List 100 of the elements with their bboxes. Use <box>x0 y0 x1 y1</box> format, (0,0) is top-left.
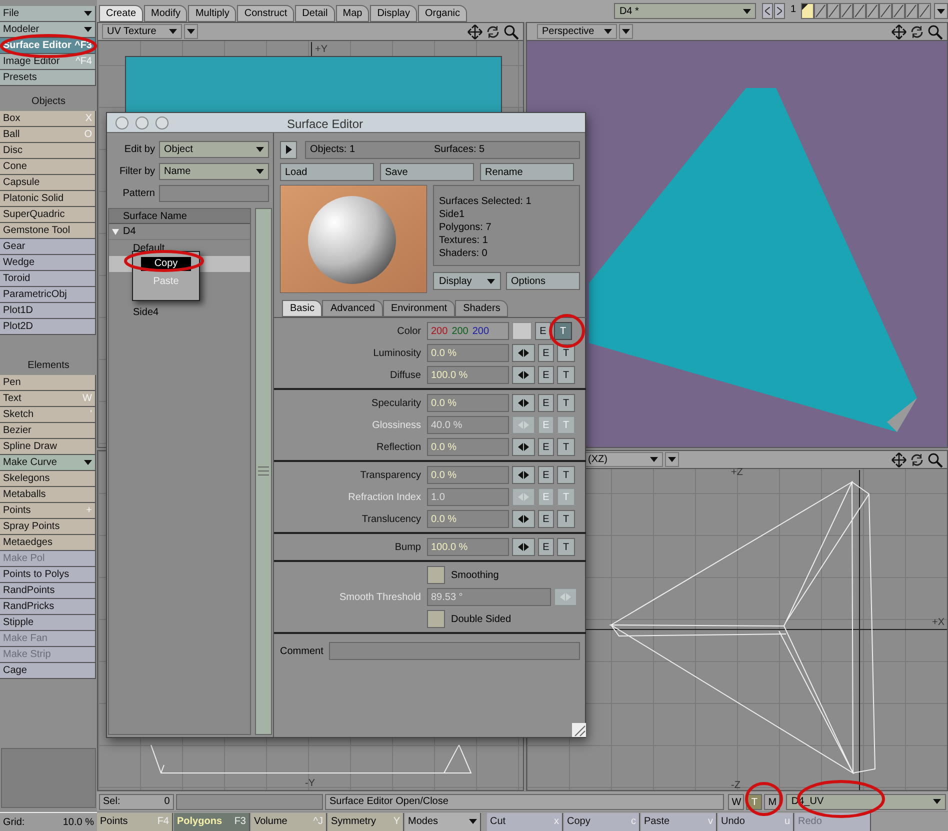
tool-button[interactable]: Metaballs <box>0 487 96 503</box>
tab[interactable]: Map <box>336 5 370 22</box>
action-button[interactable]: Paste v <box>641 812 717 830</box>
spinner-button[interactable] <box>512 466 535 484</box>
move-icon[interactable] <box>891 452 907 468</box>
window-control-icon[interactable] <box>135 116 149 130</box>
options-dropdown[interactable] <box>184 24 198 39</box>
spinner-button[interactable] <box>512 366 535 384</box>
display-dropdown[interactable]: Display <box>433 272 501 290</box>
tool-button[interactable]: Pen <box>0 375 96 391</box>
texture-button[interactable]: T <box>557 538 575 556</box>
checkbox[interactable] <box>427 610 445 628</box>
action-button[interactable]: Copy c <box>564 812 640 830</box>
resize-grip-icon[interactable] <box>572 723 586 737</box>
menu-button[interactable]: Modes <box>405 812 481 830</box>
toggle-button[interactable]: W <box>728 794 744 810</box>
tab[interactable]: Create <box>99 5 144 22</box>
tool-button[interactable]: Sketch ' <box>0 407 96 423</box>
tool-button[interactable]: Text W <box>0 391 96 407</box>
rotate-icon[interactable] <box>485 24 501 40</box>
envelope-button[interactable]: E <box>538 510 554 528</box>
expanded-triangle-icon[interactable] <box>112 228 119 234</box>
window-control-icon[interactable] <box>155 116 169 130</box>
dropdown[interactable]: Object <box>159 141 269 158</box>
tool-button[interactable]: Ball O <box>0 127 96 143</box>
tree-item[interactable]: D4 <box>123 224 136 239</box>
window-control-icon[interactable] <box>115 116 129 130</box>
tool-button[interactable]: Presets <box>0 70 96 86</box>
tool-button[interactable]: Metaedges <box>0 535 96 551</box>
zoom-icon[interactable] <box>927 24 943 40</box>
tool-button[interactable]: Points + <box>0 503 96 519</box>
rotate-icon[interactable] <box>909 24 925 40</box>
move-icon[interactable] <box>467 24 483 40</box>
tool-button[interactable]: Spray Points <box>0 519 96 535</box>
tool-button[interactable]: Disc <box>0 143 96 159</box>
spinner-button[interactable] <box>512 538 535 556</box>
tab[interactable]: Multiply <box>188 5 236 22</box>
tool-button[interactable]: Gear <box>0 239 96 255</box>
spinner-button[interactable] <box>512 510 535 528</box>
menu-button[interactable]: File <box>0 6 96 22</box>
layers-dropdown[interactable] <box>934 3 948 19</box>
tool-button[interactable]: Skelegons <box>0 471 96 487</box>
view-dropdown[interactable]: Perspective <box>537 24 617 39</box>
model-dropdown[interactable]: D4 * <box>614 3 756 19</box>
action-button[interactable]: Rename <box>480 163 574 181</box>
texture-button[interactable]: T <box>557 366 575 384</box>
envelope-button[interactable]: E <box>535 322 551 340</box>
color-field[interactable]: 200 200 200 <box>427 322 509 340</box>
next-button[interactable] <box>774 3 786 19</box>
tool-button[interactable]: Plot1D <box>0 303 96 319</box>
tool-button[interactable]: Stipple <box>0 615 96 631</box>
tool-button[interactable]: Toroid <box>0 271 96 287</box>
texture-button[interactable]: T <box>557 510 575 528</box>
spinner-button[interactable] <box>512 344 535 362</box>
tool-button[interactable]: Gemstone Tool <box>0 223 96 239</box>
tab[interactable]: Construct <box>237 5 294 22</box>
envelope-button[interactable]: E <box>538 344 554 362</box>
mode-button[interactable]: Symmetry Y <box>328 812 404 830</box>
tab[interactable]: Basic <box>282 300 322 317</box>
texture-button[interactable]: T <box>554 322 572 340</box>
toggle-button[interactable]: M <box>764 794 780 810</box>
envelope-button[interactable]: E <box>538 466 554 484</box>
action-button[interactable]: Cut x <box>487 812 563 830</box>
options-dropdown[interactable] <box>619 24 633 39</box>
mode-button[interactable]: Points F4 <box>97 812 173 830</box>
tab[interactable]: Shaders <box>455 300 508 317</box>
layer-button[interactable] <box>801 3 814 19</box>
tool-button[interactable]: Cage <box>0 663 96 679</box>
view-dropdown[interactable]: UV Texture <box>102 24 182 39</box>
tool-button[interactable]: Capsule <box>0 175 96 191</box>
view-dropdown[interactable]: (XZ) <box>583 452 663 467</box>
color-swatch[interactable] <box>512 322 532 340</box>
tab[interactable]: Organic <box>418 5 468 22</box>
action-button[interactable]: Load <box>280 163 374 181</box>
texture-button[interactable]: T <box>557 394 575 412</box>
envelope-button[interactable]: E <box>538 394 554 412</box>
tool-button[interactable]: RandPricks <box>0 599 96 615</box>
list-row[interactable]: Side4 <box>109 304 250 320</box>
scrollbar[interactable] <box>255 208 272 735</box>
menu-button[interactable]: Make Curve <box>0 455 96 471</box>
tab[interactable]: Environment <box>382 300 456 317</box>
envelope-button[interactable]: E <box>538 538 554 556</box>
tab[interactable]: Display <box>370 5 417 22</box>
tool-button[interactable]: SuperQuadric <box>0 207 96 223</box>
tool-button[interactable]: Box X <box>0 111 96 127</box>
tool-button[interactable]: Bezier <box>0 423 96 439</box>
tool-button[interactable]: Plot2D <box>0 319 96 335</box>
tool-button[interactable]: RandPoints <box>0 583 96 599</box>
checkbox[interactable] <box>427 566 445 584</box>
action-button[interactable]: Undo u <box>718 812 794 830</box>
tool-button[interactable]: Platonic Solid <box>0 191 96 207</box>
tool-button[interactable]: Cone <box>0 159 96 175</box>
zoom-icon[interactable] <box>927 452 943 468</box>
tool-button[interactable]: ParametricObj <box>0 287 96 303</box>
texture-button[interactable]: T <box>557 466 575 484</box>
play-button[interactable] <box>280 140 297 158</box>
dropdown[interactable]: Name <box>159 163 269 180</box>
mode-button[interactable]: Volume ^J <box>251 812 327 830</box>
comment-field[interactable] <box>329 642 580 660</box>
texture-button[interactable]: T <box>557 438 575 456</box>
